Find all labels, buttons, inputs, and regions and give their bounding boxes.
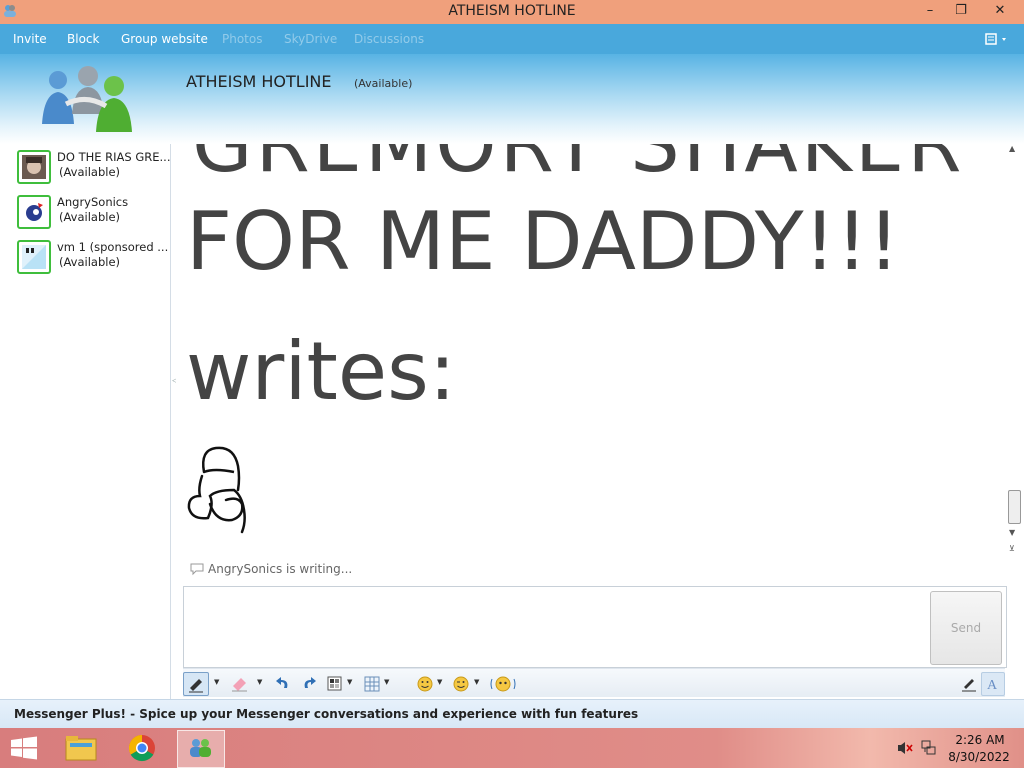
windows-start-icon[interactable]	[10, 736, 38, 760]
formatting-toolbar: ▼ ▼ ▼ ▼ ▼ ▼ A	[183, 668, 1005, 697]
chrome-icon	[128, 734, 155, 762]
message-input[interactable]	[183, 586, 1007, 668]
conversation-status: (Available)	[354, 77, 413, 90]
conversation-header	[0, 54, 1024, 144]
avatar	[17, 150, 51, 184]
chrome-taskbar-button[interactable]	[119, 730, 165, 766]
contact-item[interactable]: AngrySonics (Available)	[17, 195, 169, 235]
clock-date[interactable]: 8/30/2022	[946, 750, 1012, 764]
group-website-menu[interactable]: Group website	[121, 32, 208, 46]
svg-text:A: A	[987, 678, 998, 693]
participants-panel: DO THE RIAS GRE... (Available) AngrySoni…	[0, 144, 171, 704]
scroll-thumb[interactable]	[1008, 490, 1021, 524]
redo-icon[interactable]	[299, 672, 319, 694]
chevron-down-icon[interactable]: ▼	[347, 678, 352, 686]
font-icon: A	[987, 678, 998, 693]
contact-name: vm 1 (sponsored ...	[57, 240, 169, 254]
skydrive-menu[interactable]: SkyDrive	[284, 32, 337, 46]
contact-name: AngrySonics	[57, 195, 129, 209]
network-icon[interactable]	[920, 739, 938, 757]
avatar	[17, 195, 51, 229]
chevron-down-icon[interactable]: ▼	[384, 678, 389, 686]
title-bar: ATHEISM HOTLINE – ❐ ✕	[0, 0, 1024, 24]
pen-icon	[189, 679, 203, 693]
messenger-icon	[190, 739, 211, 757]
avatar	[17, 240, 51, 274]
nudge-icon[interactable]	[489, 672, 517, 694]
message-history: GREMORY SHAKER FOR ME DADDY!!! writes:	[176, 144, 1006, 552]
handwriting-button[interactable]	[183, 672, 209, 696]
typing-indicator: AngrySonics is writing...	[208, 562, 353, 576]
speech-bubble-icon	[190, 563, 204, 576]
messenger-group-logo	[42, 66, 132, 132]
message-text: GREMORY SHAKER	[192, 144, 965, 190]
chevron-down-icon[interactable]: ▼	[437, 678, 442, 686]
contact-name: DO THE RIAS GRE...	[57, 150, 171, 164]
taskbar: 2:26 AM 8/30/2022	[0, 728, 1024, 768]
contact-item[interactable]: vm 1 (sponsored ... (Available)	[17, 240, 169, 280]
minimize-button[interactable]: –	[915, 0, 945, 22]
scroll-end-icon[interactable]: ⊻	[1009, 544, 1015, 553]
file-explorer-taskbar-button[interactable]	[58, 730, 104, 766]
handwriting-ink-drawing	[187, 446, 246, 534]
undo-icon[interactable]	[273, 672, 293, 694]
pen-width-icon[interactable]	[326, 672, 344, 694]
contact-item[interactable]: DO THE RIAS GRE... (Available)	[17, 150, 171, 190]
chevron-down-icon[interactable]: ▼	[257, 678, 262, 686]
volume-muted-icon[interactable]	[896, 740, 914, 756]
contact-status: (Available)	[59, 255, 121, 269]
contact-status: (Available)	[59, 165, 121, 179]
window-title: ATHEISM HOTLINE	[448, 3, 576, 19]
close-button[interactable]: ✕	[980, 0, 1020, 22]
emoticon-icon[interactable]	[415, 672, 435, 694]
eraser-icon[interactable]	[229, 672, 251, 694]
folder-icon	[65, 736, 97, 761]
message-text: writes:	[186, 325, 456, 418]
text-mode-button[interactable]: A	[981, 672, 1005, 696]
send-button[interactable]: Send	[930, 591, 1002, 665]
conversation-title: ATHEISM HOTLINE	[186, 72, 332, 91]
photos-menu[interactable]: Photos	[222, 32, 262, 46]
menu-bar: Invite Block Group website Photos SkyDri…	[0, 24, 1024, 54]
contact-status: (Available)	[59, 210, 121, 224]
block-menu[interactable]: Block	[67, 32, 99, 46]
maximize-button[interactable]: ❐	[946, 0, 976, 22]
messenger-taskbar-button[interactable]	[177, 730, 225, 768]
background-grid-icon[interactable]	[363, 672, 381, 694]
chevron-down-icon[interactable]: ▼	[214, 678, 219, 686]
discussions-menu[interactable]: Discussions	[354, 32, 424, 46]
message-scrollbar[interactable]: ▲ ▼ ⊻	[1006, 144, 1024, 556]
chevron-down-icon[interactable]: ▼	[474, 678, 479, 686]
promo-text[interactable]: Messenger Plus! - Spice up your Messenge…	[14, 707, 638, 721]
options-menu-icon[interactable]	[984, 31, 1010, 47]
invite-menu[interactable]: Invite	[13, 32, 47, 46]
wink-emoticon-icon[interactable]	[451, 672, 471, 694]
message-text: FOR ME DADDY!!!	[186, 195, 900, 288]
clock-time[interactable]: 2:26 AM	[950, 733, 1010, 747]
scroll-up-icon[interactable]: ▲	[1009, 144, 1015, 153]
handwriting-mode-icon[interactable]	[959, 672, 979, 694]
scroll-down-icon[interactable]: ▼	[1009, 528, 1015, 537]
status-bar: Messenger Plus! - Spice up your Messenge…	[0, 699, 1024, 728]
